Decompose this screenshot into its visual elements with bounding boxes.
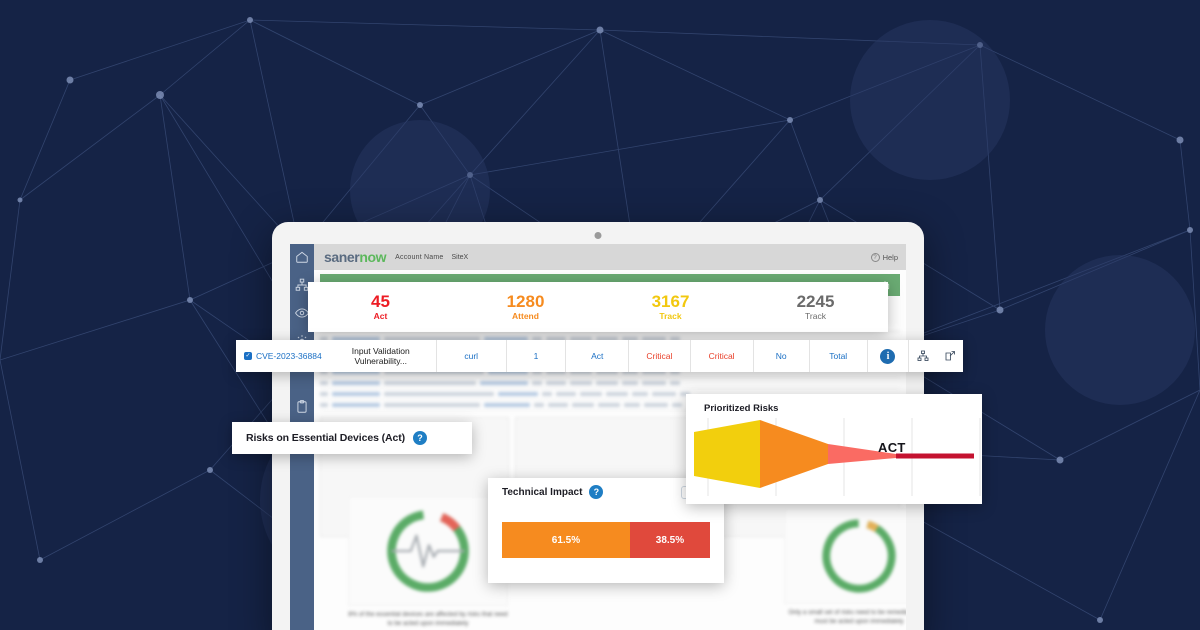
cve-id[interactable]: CVE-2023-36884	[256, 351, 322, 361]
action-value[interactable]: Act	[566, 340, 630, 372]
funnel-segment-act	[896, 453, 974, 459]
table-row	[320, 378, 900, 389]
clipboard-icon[interactable]	[295, 400, 309, 414]
question-mark-icon[interactable]: ?	[413, 431, 428, 445]
stat-track-total[interactable]: 2245 Track	[743, 291, 888, 322]
prioritized-risks-funnel-panel: Prioritized Risks ACT	[686, 394, 982, 504]
app-logo[interactable]: sanernow	[324, 249, 387, 265]
help-link[interactable]: ? Help	[870, 252, 898, 262]
exploited-value: No	[754, 340, 810, 372]
camera-dot	[594, 232, 602, 239]
donut-gauge-chart-2	[822, 519, 896, 593]
sitemap-cell[interactable]	[909, 340, 936, 372]
bar-segment-b[interactable]: 38.5%	[629, 522, 710, 558]
eye-icon[interactable]	[295, 306, 309, 320]
stat-label: Attend	[512, 311, 539, 322]
stat-attend[interactable]: 1280 Attend	[453, 291, 598, 322]
info-circle-icon[interactable]: i	[880, 348, 896, 364]
stat-value: 3167	[651, 291, 690, 311]
scope-value[interactable]: Total	[810, 340, 868, 372]
stat-label: Track	[805, 311, 826, 322]
help-label: Help	[882, 252, 898, 262]
row-checkbox[interactable]	[244, 352, 252, 360]
stat-label: Track	[659, 311, 682, 322]
impact-value: Critical	[691, 340, 754, 372]
technical-impact-bar-chart: 61.5% 38.5%	[502, 522, 710, 558]
risks-essential-devices-callout: Risks on Essential Devices (Act) ?	[232, 422, 472, 454]
essential-devices-gauge: 8% of the essential devices are affected…	[348, 496, 508, 629]
bar-segment-a[interactable]: 61.5%	[502, 522, 630, 558]
vulnerability-name: Input Validation Vulnerability...	[326, 340, 437, 372]
secondary-gauge: Only a small set of risks need to be rem…	[784, 508, 906, 627]
stat-value: 1280	[506, 291, 545, 311]
cve-detail-row[interactable]: CVE-2023-36884 Input Validation Vulnerab…	[236, 340, 963, 372]
software-name[interactable]: curl	[437, 340, 507, 372]
cve-id-cell[interactable]: CVE-2023-36884	[236, 340, 326, 372]
open-cell[interactable]	[936, 340, 963, 372]
donut-gauge-chart	[387, 510, 469, 592]
question-mark-icon[interactable]: ?	[589, 485, 604, 499]
gauge-caption: 8% of the essential devices are affected…	[348, 611, 508, 628]
sitemap-icon[interactable]	[295, 278, 309, 292]
act-annotation: ACT	[878, 440, 906, 455]
logo-text-saner: saner	[324, 249, 360, 265]
stat-track[interactable]: 3167 Track	[598, 291, 743, 322]
panel-title: Prioritized Risks	[704, 403, 779, 414]
info-cell[interactable]: i	[868, 340, 910, 372]
logo-text-now: now	[359, 249, 387, 265]
app-topbar: sanernow Account Name SiteX ? Help	[314, 244, 906, 270]
page-root: sanernow Account Name SiteX ? Help Prior…	[0, 0, 1200, 630]
device-count[interactable]: 1	[507, 340, 567, 372]
site-selector[interactable]: SiteX	[451, 254, 468, 261]
callout-title: Risks on Essential Devices (Act)	[246, 432, 406, 444]
stat-value: 2245	[796, 291, 835, 311]
stat-label: Act	[373, 311, 388, 322]
stat-act[interactable]: 45 Act	[308, 291, 453, 322]
funnel-segment-attend	[760, 420, 828, 488]
panel-title: Technical Impact	[502, 486, 583, 498]
severity-value: Critical	[629, 340, 691, 372]
stat-value: 45	[371, 291, 390, 311]
question-circle-icon: ?	[870, 252, 880, 262]
external-link-icon[interactable]	[944, 350, 956, 362]
funnel-chart	[694, 418, 981, 496]
funnel-segment-track	[694, 420, 760, 488]
account-name-label: Account Name	[395, 253, 444, 261]
sitemap-icon[interactable]	[917, 350, 929, 362]
home-icon[interactable]	[295, 250, 309, 264]
prioritized-risks-stats: 45 Act 1280 Attend 3167 Track 2245 Track	[308, 282, 888, 332]
